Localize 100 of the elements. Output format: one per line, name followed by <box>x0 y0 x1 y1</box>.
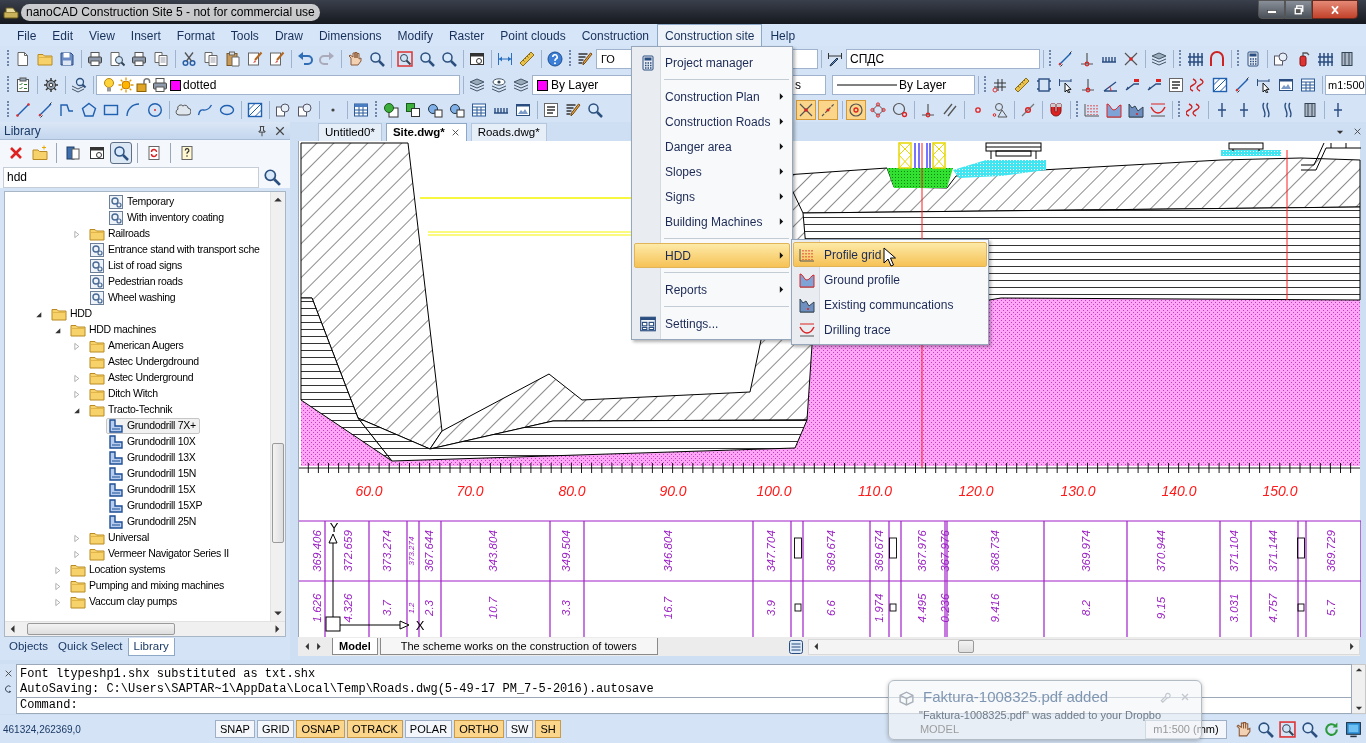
scrollbar[interactable] <box>5 621 285 636</box>
fence-icon[interactable] <box>1187 51 1203 67</box>
scrollbar[interactable] <box>808 638 1360 655</box>
text-lines-icon[interactable] <box>1168 77 1184 93</box>
table-grid-icon[interactable] <box>1300 77 1316 93</box>
layout-tab[interactable]: Model <box>332 638 378 655</box>
scrollbar[interactable] <box>270 192 285 621</box>
restore-button[interactable] <box>1285 0 1312 19</box>
zigzag-lines-icon[interactable] <box>1186 102 1202 118</box>
layout-sheet-icon[interactable] <box>788 638 804 655</box>
filled-profile-icon[interactable] <box>1128 102 1144 118</box>
arch-icon[interactable] <box>1209 51 1225 67</box>
paintbrush-page-icon[interactable] <box>269 51 285 67</box>
pen-lines-icon[interactable] <box>565 102 581 118</box>
menu-item[interactable]: Danger area <box>634 134 790 159</box>
ruler-icon[interactable] <box>519 51 535 67</box>
page-magnifier-icon[interactable] <box>109 51 125 67</box>
bracket-frame-icon[interactable] <box>1036 77 1052 93</box>
square-circle-shapes-icon[interactable] <box>275 102 291 118</box>
aligned-dimension-icon[interactable] <box>37 102 53 118</box>
tree-item[interactable]: Grundodrill 15X <box>106 482 200 498</box>
perpendicular-icon[interactable] <box>1079 51 1095 67</box>
layers-icon[interactable] <box>469 77 485 93</box>
menu-item[interactable]: Construction site <box>657 24 763 46</box>
menu-item[interactable]: Drilling trace <box>793 317 987 342</box>
magnifier-icon[interactable] <box>263 168 281 186</box>
menu-item[interactable]: Format <box>168 24 223 46</box>
tree-item[interactable]: Entrance stand with transport sche <box>87 242 264 258</box>
status-toggle[interactable]: ORTHO <box>454 720 504 738</box>
tree-item[interactable]: Pedestrian roads <box>87 274 187 290</box>
tree-item[interactable]: Vaccum clay pumps <box>68 594 182 610</box>
tree-item[interactable]: Wheel washing <box>87 290 180 306</box>
pen-lines-icon[interactable] <box>577 51 593 67</box>
rectangle-icon[interactable] <box>103 102 119 118</box>
tree-item[interactable]: Ditch Witch <box>87 386 162 402</box>
perpendicular-icon[interactable] <box>1080 77 1096 93</box>
horizontal-dimension-icon[interactable] <box>497 51 513 67</box>
tree-item[interactable]: Pumping and mixing machines <box>68 578 228 594</box>
stacked-squares-icon[interactable] <box>405 102 421 118</box>
status-toggle[interactable]: GRID <box>256 720 295 738</box>
zoom-window-icon[interactable] <box>397 51 413 67</box>
status-toggle[interactable]: POLAR <box>404 720 453 738</box>
square-circle-shapes-icon[interactable] <box>1273 51 1289 67</box>
picture-frame-icon[interactable] <box>1278 77 1294 93</box>
scale-dropdown[interactable]: m1:500 <box>1325 75 1366 95</box>
arc-icon[interactable] <box>125 102 141 118</box>
copy-icon[interactable] <box>153 51 169 67</box>
pin-icon[interactable] <box>256 124 268 137</box>
panel-tab[interactable]: Objects <box>4 638 53 656</box>
tree-item[interactable]: Universal <box>87 530 154 546</box>
status-toggle[interactable]: OTRACK <box>347 720 403 738</box>
polyline-icon[interactable] <box>59 102 75 118</box>
dimension-pointer-icon[interactable] <box>1256 77 1272 93</box>
linetype-dropdown[interactable]: By Layer <box>832 75 975 95</box>
menu-item[interactable]: Raster <box>440 24 493 46</box>
close-icon[interactable] <box>450 128 460 137</box>
cloud-shape-icon[interactable] <box>175 102 191 118</box>
diamond-points-icon[interactable] <box>868 100 888 120</box>
menu-item[interactable]: HDD <box>634 243 790 268</box>
leader-arrow-icon[interactable] <box>1146 77 1162 93</box>
menu-item[interactable]: View <box>81 24 123 46</box>
layout-tab[interactable]: The scheme works on the construction of towers <box>379 638 658 655</box>
tree-item[interactable]: Grundodrill 15XP <box>106 498 207 514</box>
paintbrush-page-icon[interactable] <box>247 51 263 67</box>
magnet-icon[interactable] <box>1048 102 1064 118</box>
calculator-icon[interactable] <box>1245 51 1261 67</box>
close-icon[interactable] <box>3 669 13 678</box>
hatch-square-icon[interactable] <box>1212 77 1228 93</box>
striped-block-icon[interactable] <box>1302 102 1318 118</box>
magnifier-icon[interactable] <box>441 51 457 67</box>
status-toggle[interactable]: SW <box>505 720 534 738</box>
status-toggle[interactable]: SH <box>535 720 561 738</box>
document-tab[interactable]: Roads.dwg* <box>470 123 547 141</box>
circle-center-icon[interactable] <box>846 100 866 120</box>
menu-item[interactable]: Building Machines <box>634 209 790 234</box>
magnifier-icon[interactable] <box>1257 720 1274 738</box>
tree-item[interactable]: Grundodrill 13X <box>106 450 200 466</box>
tree-item[interactable]: Astec Undergdround <box>87 354 203 370</box>
scrollbar-thumb[interactable] <box>958 640 974 653</box>
ground-profile-icon[interactable] <box>1106 102 1122 118</box>
undo-arrow-icon[interactable] <box>297 51 313 67</box>
status-toggle[interactable]: OSNAP <box>296 720 345 738</box>
help-icon[interactable] <box>547 51 563 67</box>
magnifier-icon[interactable] <box>369 51 385 67</box>
fence-icon[interactable] <box>1317 51 1333 67</box>
refresh-icon[interactable] <box>1323 720 1340 738</box>
close-button[interactable] <box>1312 0 1358 19</box>
menu-item[interactable]: File <box>9 24 45 46</box>
scrollbar-thumb[interactable] <box>27 623 175 635</box>
tree-item[interactable]: Grundodrill 25N <box>106 514 201 530</box>
clipboard-icon[interactable] <box>225 51 241 67</box>
printer-icon[interactable] <box>131 51 147 67</box>
magnifier-icon[interactable] <box>419 51 435 67</box>
circle-square-icon[interactable] <box>449 102 465 118</box>
scissors-icon[interactable] <box>181 51 197 67</box>
tree-item[interactable]: Grundodrill 15N <box>106 466 201 482</box>
tree-item[interactable]: Grundodrill 7X+ <box>106 418 200 434</box>
dimension-pointer-icon[interactable] <box>1058 77 1074 93</box>
scrollbar[interactable] <box>1352 664 1366 714</box>
tree-item[interactable]: With inventory coating <box>106 210 228 226</box>
